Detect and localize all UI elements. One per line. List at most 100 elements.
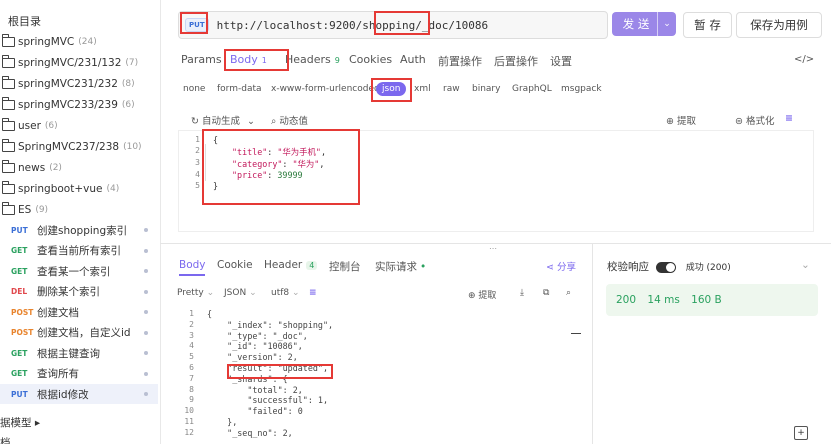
- validate-toggle[interactable]: [656, 261, 677, 273]
- sidebar-folder[interactable]: springboot+vue (4): [1, 179, 119, 199]
- folder-icon: [1, 55, 15, 68]
- response-code-line: "_shards": {: [207, 373, 288, 384]
- encoding-select[interactable]: utf8 ⌄: [271, 288, 300, 298]
- response-tab[interactable]: Cookie: [217, 259, 253, 271]
- validate-response[interactable]: 校验响应 成功 (200): [607, 259, 731, 274]
- body-type-graphql[interactable]: GraphQL: [512, 84, 552, 94]
- tab-后置操作[interactable]: 后置操作: [494, 53, 538, 69]
- format-select[interactable]: JSON ⌄: [224, 288, 257, 298]
- download-icon[interactable]: ⤓: [520, 288, 524, 298]
- body-type-none[interactable]: none: [183, 84, 205, 94]
- sidebar-root[interactable]: 根目录: [8, 11, 41, 31]
- send-button[interactable]: 发 送 ⌄: [612, 12, 676, 36]
- response-extract-button[interactable]: ⊕ 提取: [468, 288, 496, 301]
- sidebar-request-item[interactable]: DEL 删除某个索引: [0, 282, 158, 302]
- response-tab[interactable]: Body: [179, 259, 206, 271]
- sidebar-request-item[interactable]: POST 创建文档: [0, 302, 158, 322]
- search-icon[interactable]: ⌕: [566, 288, 571, 298]
- tab-body[interactable]: Body 1: [230, 53, 267, 66]
- body-type-xml[interactable]: xml: [414, 84, 431, 94]
- pretty-select[interactable]: Pretty ⌄: [177, 288, 214, 298]
- extract-button[interactable]: ⊕ 提取: [666, 113, 696, 127]
- sidebar-request-item[interactable]: PUT 创建shopping索引: [0, 220, 158, 240]
- url-bar[interactable]: PUT http://localhost:9200/shopping/_doc/…: [178, 11, 608, 39]
- tab-params[interactable]: Params: [181, 53, 222, 66]
- resize-handle-icon[interactable]: ⋯: [489, 244, 497, 253]
- status-line: 200 14 ms 160 B: [616, 294, 722, 306]
- data-model-label: 据模型 ▸: [0, 416, 41, 429]
- tab-cookies[interactable]: Cookies: [349, 53, 392, 66]
- save-draft-button[interactable]: 暂 存: [683, 12, 732, 38]
- code-snippet-icon[interactable]: </>: [794, 54, 814, 65]
- chevron-down-icon: ⌄: [206, 288, 215, 298]
- response-code-line: "_index": "shopping",: [207, 319, 334, 330]
- extract-icon: ⊕: [468, 291, 476, 301]
- tab-设置[interactable]: 设置: [550, 53, 572, 69]
- tab-label: Cookies: [349, 53, 393, 66]
- method-badge[interactable]: PUT: [185, 18, 209, 32]
- docs-item[interactable]: 档: [0, 432, 11, 444]
- method-label: PUT: [11, 225, 28, 235]
- folder-icon: [1, 76, 15, 89]
- data-model-item[interactable]: 据模型 ▸: [0, 412, 40, 432]
- sidebar-folder[interactable]: springMVC (24): [1, 32, 97, 52]
- auto-generate-button[interactable]: ↻ 自动生成 ⌄: [191, 113, 255, 127]
- folder-icon: [1, 97, 15, 110]
- tab-前置操作[interactable]: 前置操作: [438, 53, 482, 69]
- body-type-xwwwformurlencoded[interactable]: x-www-form-urlencoded: [271, 84, 380, 94]
- format-button[interactable]: ⊜ 格式化: [735, 113, 775, 127]
- body-type-raw[interactable]: raw: [443, 84, 460, 94]
- body-type-formdata[interactable]: form-data: [217, 84, 262, 94]
- sidebar-request-item[interactable]: GET 查看当前所有索引: [0, 241, 158, 261]
- folder-icon: [1, 202, 15, 215]
- sidebar-folder[interactable]: ES (9): [1, 200, 48, 220]
- dynamic-value-button[interactable]: ⌕ 动态值: [271, 113, 308, 127]
- tab-headers[interactable]: Headers 9: [285, 53, 340, 66]
- share-button[interactable]: ⋖ 分享: [546, 259, 576, 273]
- response-code-line: "successful": 1,: [207, 395, 329, 406]
- copy-icon[interactable]: ⧉: [543, 288, 549, 298]
- response-tab[interactable]: 控制台: [329, 259, 361, 274]
- request-name: 创建shopping索引: [37, 224, 128, 237]
- response-code-line: "_id": "10086",: [207, 341, 303, 352]
- extract-icon: ⊕: [666, 116, 674, 127]
- folder-count: (6): [121, 100, 135, 110]
- chevron-down-icon[interactable]: ⌄: [801, 259, 810, 271]
- lines-icon[interactable]: ≡: [785, 113, 793, 124]
- line-number: 1: [189, 309, 194, 318]
- line-number: 10: [184, 406, 194, 416]
- sidebar-folder[interactable]: springMVC233/239 (6): [1, 95, 135, 115]
- url-input[interactable]: http://localhost:9200/shopping/_doc/1008…: [217, 19, 489, 32]
- body-type-json[interactable]: json: [376, 82, 407, 96]
- sidebar-folder[interactable]: SpringMVC237/238 (10): [1, 137, 142, 157]
- save-as-case-button[interactable]: 保存为用例: [736, 12, 822, 38]
- layout-icon[interactable]: +: [794, 426, 808, 440]
- tab-label: 设置: [550, 55, 572, 68]
- tab-auth[interactable]: Auth: [400, 53, 426, 66]
- chevron-down-icon: ⌄: [249, 288, 257, 298]
- sidebar: 根目录 springMVC (24) springMVC/231/132 (7) spr…: [0, 0, 161, 444]
- chevron-down-icon: ⌄: [292, 288, 300, 298]
- folder-icon: [1, 34, 15, 47]
- dot-icon: [144, 330, 148, 335]
- sidebar-folder[interactable]: news (2): [1, 158, 62, 178]
- sidebar-folder[interactable]: user (6): [1, 116, 58, 136]
- scroll-marker: [571, 333, 581, 334]
- wrap-icon[interactable]: ≡: [309, 288, 317, 298]
- sidebar-request-item[interactable]: GET 根据主键查询: [0, 343, 158, 363]
- body-type-msgpack[interactable]: msgpack: [561, 84, 602, 94]
- request-name: 删除某个索引: [37, 286, 100, 298]
- sidebar-folder[interactable]: springMVC231/232 (8): [1, 74, 135, 94]
- tab-label: 前置操作: [438, 55, 482, 68]
- sidebar-request-item[interactable]: GET 查询所有: [0, 364, 158, 384]
- sidebar-request-item[interactable]: POST 创建文档，自定义id: [0, 323, 158, 343]
- tab-label: 后置操作: [494, 55, 538, 68]
- request-name: 创建文档: [37, 306, 79, 319]
- response-tab[interactable]: 实际请求 •: [375, 259, 426, 274]
- sidebar-request-item[interactable]: GET 查看某一个索引: [0, 261, 158, 281]
- send-dropdown-icon[interactable]: ⌄: [657, 12, 676, 36]
- body-type-binary[interactable]: binary: [472, 84, 500, 94]
- sidebar-folder[interactable]: springMVC/231/132 (7): [1, 53, 138, 73]
- sidebar-request-item[interactable]: PUT 根据id修改: [0, 384, 158, 404]
- response-tab[interactable]: Header 4: [264, 259, 318, 271]
